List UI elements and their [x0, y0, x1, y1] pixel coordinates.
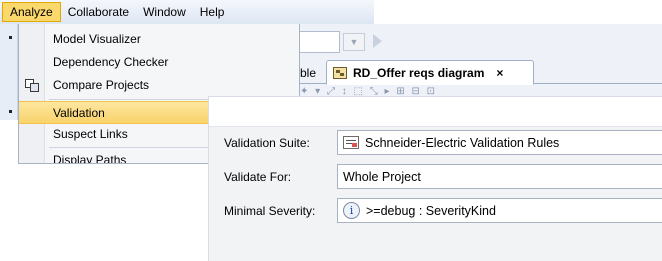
validation-suite-field[interactable]: Schneider-Electric Validation Rules [337, 130, 662, 155]
minimal-severity-label: Minimal Severity: [224, 204, 316, 218]
menu-item-dependency-checker[interactable]: Dependency Checker [19, 51, 299, 74]
run-icon[interactable] [373, 34, 382, 48]
menu-analyze[interactable]: Analyze [2, 2, 61, 22]
validation-dialog: Validation Suite: Schneider-Electric Val… [208, 96, 662, 261]
minimal-severity-field[interactable]: i >=debug : SeverityKind [337, 198, 662, 223]
tab-rd-offer-reqs-diagram[interactable]: RD_Offer reqs diagram × [326, 60, 534, 85]
menu-window[interactable]: Window [136, 2, 193, 22]
info-icon: i [343, 202, 360, 219]
chevron-down-icon[interactable]: ▼ [343, 33, 365, 51]
validate-for-value: Whole Project [343, 169, 421, 184]
diagram-icon [333, 66, 347, 79]
tab-previous[interactable]: ble [300, 62, 322, 84]
validate-for-field[interactable]: Whole Project [337, 164, 662, 189]
validation-suite-label: Validation Suite: [224, 136, 310, 150]
menu-item-label: Compare Projects [53, 78, 150, 92]
close-icon[interactable]: × [496, 66, 503, 80]
menu-help[interactable]: Help [193, 2, 232, 22]
validation-suite-value: Schneider-Electric Validation Rules [365, 135, 560, 150]
compare-projects-icon [25, 79, 39, 92]
toolbar-marker [9, 36, 12, 39]
validate-for-label: Validate For: [224, 170, 292, 184]
menu-collaborate[interactable]: Collaborate [61, 2, 136, 22]
menu-item-compare-projects[interactable]: Compare Projects [19, 74, 299, 97]
menubar: Analyze Collaborate Window Help [0, 0, 374, 24]
dialog-body: Validation Suite: Schneider-Electric Val… [209, 127, 662, 261]
left-toolbar-strip [0, 24, 18, 120]
menu-item-model-visualizer[interactable]: Model Visualizer [19, 28, 299, 51]
validation-suite-icon [343, 136, 359, 149]
tab-label: RD_Offer reqs diagram [353, 65, 485, 80]
minimal-severity-value: >=debug : SeverityKind [366, 203, 496, 218]
toolbar-combo[interactable] [300, 31, 340, 53]
dialog-header [209, 97, 662, 127]
toolbar-marker [9, 110, 12, 113]
